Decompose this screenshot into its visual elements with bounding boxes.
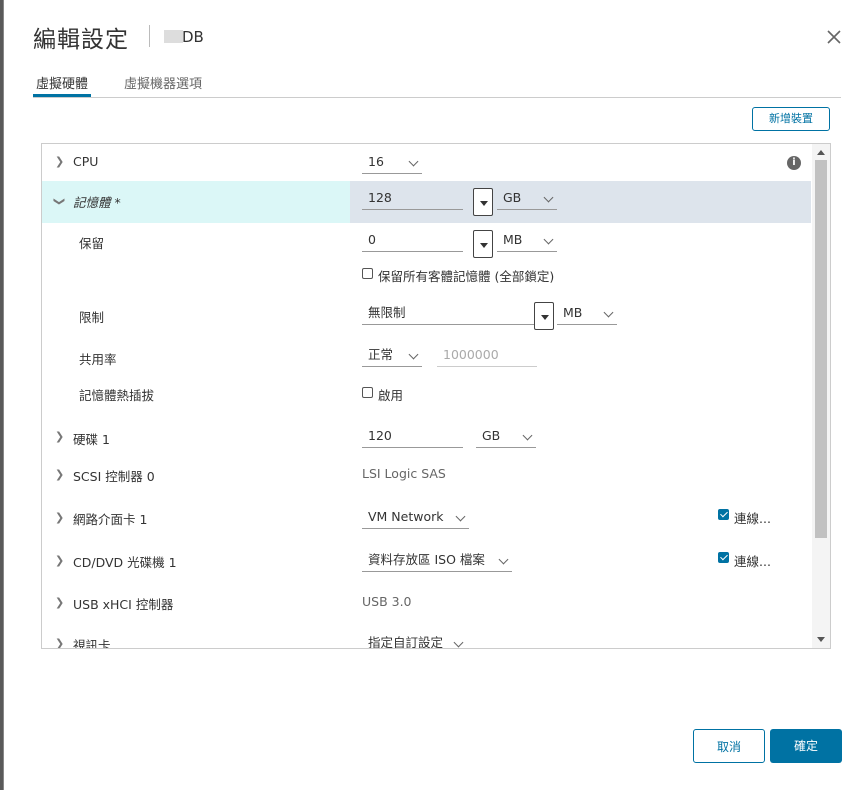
limit-unit-value: MB: [563, 305, 583, 320]
chevron-down-icon: [455, 511, 466, 522]
cpu-label: CPU: [73, 154, 99, 169]
chevron-down-icon: [543, 192, 554, 203]
shares-level-value: 正常: [368, 347, 394, 362]
scrollbar-thumb[interactable]: [815, 160, 827, 538]
reserve-all-label: 保留所有客體記憶體 (全部鎖定): [378, 269, 555, 284]
cpu-count-select[interactable]: 16: [362, 152, 422, 174]
cpu-row: ❯ CPU 16 i: [42, 144, 811, 182]
scsi-controller-type: LSI Logic SAS: [362, 466, 446, 481]
usb-controller-row: ❯ USB xHCI 控制器 USB 3.0: [42, 583, 811, 626]
video-card-row: ❯ 視訊卡 指定自訂設定: [42, 625, 811, 649]
title-divider: [149, 25, 150, 47]
memory-reservation-row: 保留 0 MB 保留所有客體記憶體 (全部鎖定): [42, 223, 811, 296]
network-adapter-label: 網路介面卡 1: [73, 512, 148, 527]
video-settings-select[interactable]: 指定自訂設定: [362, 633, 467, 649]
usb-controller-label: USB xHCI 控制器: [73, 597, 174, 612]
memory-shares-row: 共用率 正常 1000000: [42, 338, 811, 376]
cd-connect-label: 連線...: [734, 554, 771, 569]
memory-unit-select[interactable]: GB: [497, 188, 557, 210]
memory-size-input[interactable]: 128: [362, 188, 463, 210]
reserve-all-checkbox[interactable]: [362, 268, 373, 279]
cd-dvd-label: CD/DVD 光碟機 1: [73, 555, 177, 570]
chevron-down-icon: [498, 554, 509, 565]
cd-connect-checkbox[interactable]: [718, 552, 729, 563]
video-settings-value: 指定自訂設定: [368, 635, 444, 649]
cd-source-value: 資料存放區 ISO 檔案: [368, 552, 485, 567]
reservation-label: 保留: [79, 236, 105, 251]
video-card-label: 視訊卡: [73, 638, 111, 649]
memory-label: 記憶體 *: [73, 195, 121, 210]
shares-label: 共用率: [79, 352, 117, 367]
network-value: VM Network: [368, 509, 444, 524]
disk-size-input[interactable]: 120: [362, 426, 463, 448]
tab-bar: 虛擬硬體 虛擬機器選項: [32, 70, 841, 98]
limit-input[interactable]: 無限制: [362, 303, 534, 325]
scroll-down-arrow-icon[interactable]: [817, 637, 825, 642]
disk-unit-select[interactable]: GB: [476, 426, 536, 448]
chevron-right-icon[interactable]: ❯: [55, 468, 64, 481]
network-adapter-row: ❯ 網路介面卡 1 VM Network 連線...: [42, 497, 811, 541]
chevron-right-icon[interactable]: ❯: [55, 430, 64, 443]
ok-button[interactable]: 確定: [770, 729, 842, 763]
tab-virtual-hardware[interactable]: 虛擬硬體: [32, 73, 92, 97]
hardware-list: ❯ CPU 16 i ❯ 記憶體 * 128 GB 保留 0 MB 保留所有客體…: [41, 143, 831, 649]
shares-level-select[interactable]: 正常: [362, 345, 422, 367]
vm-name: DB: [182, 28, 204, 46]
edit-settings-dialog: 編輯設定 DB 虛擬硬體 虛擬機器選項 新增裝置 ❯ CPU 16 i ❯ 記憶…: [3, 0, 864, 790]
nic-connect-checkbox[interactable]: [718, 509, 729, 520]
chevron-right-icon[interactable]: ❯: [55, 155, 64, 168]
reservation-unit-select[interactable]: MB: [497, 230, 557, 252]
limit-label: 限制: [79, 310, 105, 325]
scsi-controller-label: SCSI 控制器 0: [73, 469, 155, 484]
hotplug-enable-label: 啟用: [378, 388, 404, 403]
add-device-button[interactable]: 新增裝置: [752, 107, 830, 131]
chevron-down-icon: [522, 430, 533, 441]
chevron-down-icon: [603, 307, 614, 318]
redacted-vm-name: [164, 30, 183, 43]
scroll-up-arrow-icon[interactable]: [817, 150, 825, 155]
info-icon[interactable]: i: [787, 156, 801, 170]
scrollbar[interactable]: [812, 144, 830, 648]
hard-disk-label: 硬碟 1: [73, 432, 110, 447]
hotplug-enable-checkbox[interactable]: [362, 387, 373, 398]
chevron-right-icon[interactable]: ❯: [55, 554, 64, 567]
chevron-down-icon: [408, 156, 419, 167]
reservation-input[interactable]: 0: [362, 230, 463, 252]
dialog-title: 編輯設定: [33, 27, 129, 53]
cd-source-select[interactable]: 資料存放區 ISO 檔案: [362, 550, 512, 572]
disk-unit-value: GB: [482, 428, 501, 443]
chevron-right-icon[interactable]: ❯: [55, 511, 64, 524]
chevron-down-icon: [408, 349, 419, 360]
shares-value-input: 1000000: [437, 345, 537, 367]
chevron-right-icon[interactable]: ❯: [55, 596, 64, 609]
close-icon[interactable]: [824, 27, 844, 47]
chevron-down-icon[interactable]: ❯: [53, 197, 66, 206]
chevron-down-icon: [543, 234, 554, 245]
chevron-down-icon: [453, 637, 464, 648]
memory-limit-row: 限制 無限制 MB: [42, 295, 811, 339]
memory-row: ❯ 記憶體 * 128 GB: [42, 181, 811, 224]
nic-connect-label: 連線...: [734, 511, 771, 526]
cpu-count-value: 16: [368, 154, 384, 169]
memory-hotplug-row: 記憶體熱插拔 啟用: [42, 375, 811, 419]
usb-controller-type: USB 3.0: [362, 594, 412, 609]
tab-vm-options[interactable]: 虛擬機器選項: [124, 73, 202, 92]
memory-size-dropdown-toggle[interactable]: [473, 188, 493, 216]
limit-unit-select[interactable]: MB: [557, 303, 617, 325]
reservation-unit-value: MB: [503, 232, 523, 247]
memory-unit-value: GB: [503, 190, 522, 205]
cancel-button[interactable]: 取消: [693, 729, 765, 763]
scsi-controller-row: ❯ SCSI 控制器 0 LSI Logic SAS: [42, 455, 811, 498]
network-select[interactable]: VM Network: [362, 507, 469, 529]
chevron-right-icon[interactable]: ❯: [55, 637, 64, 648]
limit-dropdown-toggle[interactable]: [534, 302, 554, 330]
reservation-dropdown-toggle[interactable]: [473, 230, 493, 258]
hotplug-label: 記憶體熱插拔: [79, 388, 155, 403]
cd-dvd-row: ❯ CD/DVD 光碟機 1 資料存放區 ISO 檔案 連線...: [42, 540, 811, 584]
hard-disk-row: ❯ 硬碟 1 120 GB: [42, 418, 811, 456]
